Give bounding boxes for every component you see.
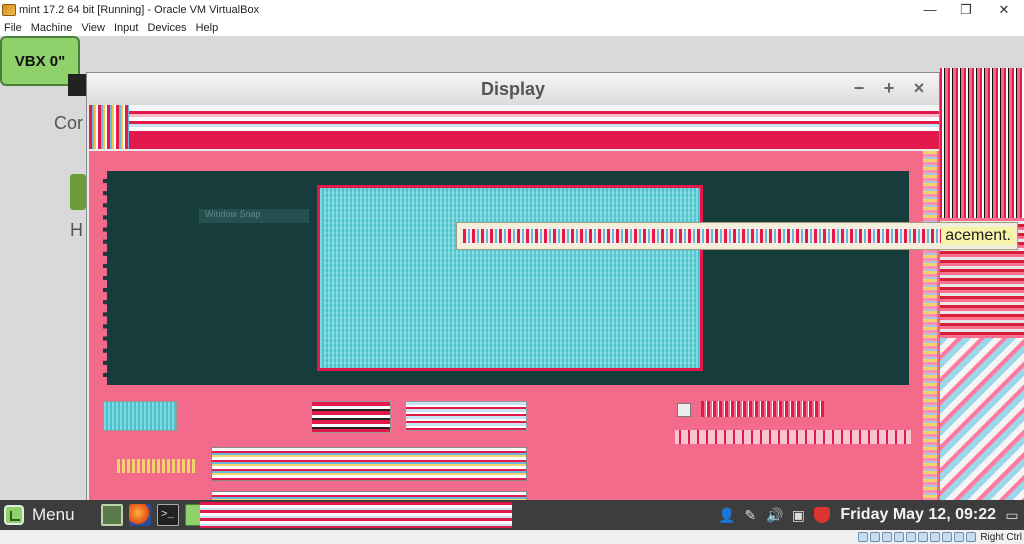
dialog-close-button[interactable]: × (909, 78, 929, 99)
terminal-icon[interactable]: >_ (156, 504, 179, 526)
menu-machine[interactable]: Machine (31, 22, 73, 34)
dialog-maximize-button[interactable]: + (879, 78, 899, 99)
dialog-content: Window Snap (89, 151, 939, 500)
shared-folders-icon[interactable] (918, 532, 929, 542)
system-tray: 👤 ✎ 🔊 ▣ Friday May 12, 09:22 ▭ (710, 500, 1020, 530)
host-menu-bar: File Machine View Input Devices Help (0, 19, 1024, 36)
vm-status-bar: Right Ctrl (0, 530, 1024, 544)
detect-displays-button[interactable] (405, 401, 527, 431)
shield-icon[interactable] (814, 507, 831, 523)
hdd-icon[interactable] (858, 532, 869, 542)
glitched-toolbar (89, 105, 939, 149)
home-folder-icon[interactable] (70, 174, 86, 210)
hint-text (675, 430, 911, 444)
optical-drive-icon[interactable] (870, 532, 881, 542)
mouse-integration-icon[interactable] (966, 532, 977, 542)
mirror-displays-button[interactable] (311, 401, 391, 433)
taskbar: Menu >_ 👤 ✎ 🔊 ▣ Friday May 12, 09:22 ▭ (0, 500, 1024, 530)
tooltip: acement. (456, 222, 1018, 250)
dialog-title: Display (87, 73, 939, 105)
clipboard-icon[interactable]: ▣ (790, 507, 806, 523)
restore-button[interactable]: ❐ (946, 0, 986, 19)
scrollbar[interactable] (923, 151, 937, 500)
menu-view[interactable]: View (81, 22, 105, 34)
resolution-label (117, 459, 197, 473)
screen: { "host": { "window_title": "mint 17.2 6… (0, 0, 1024, 544)
user-icon[interactable]: 👤 (718, 507, 735, 523)
display-icon[interactable] (930, 532, 941, 542)
tooltip-text: acement. (941, 227, 1015, 245)
firefox-icon[interactable] (128, 504, 151, 526)
audio-icon[interactable] (882, 532, 893, 542)
mint-logo-icon (4, 505, 24, 525)
video-capture-icon[interactable] (942, 532, 953, 542)
resolution-dropdown[interactable] (211, 447, 527, 481)
checkbox-label (701, 401, 825, 417)
clock[interactable]: Friday May 12, 09:22 (840, 506, 996, 524)
background-window-glitch (940, 68, 1024, 500)
rotation-dropdown[interactable] (211, 491, 527, 500)
desktop-icon-label: Cor (54, 113, 84, 133)
taskbar-window-button[interactable] (200, 502, 512, 528)
host-title-bar: mint 17.2 64 bit [Running] - Oracle VM V… (0, 0, 1024, 19)
menu-label: Menu (32, 505, 75, 524)
menu-input[interactable]: Input (114, 22, 138, 34)
cpu-icon[interactable] (954, 532, 965, 542)
window-icon[interactable]: ▭ (1004, 507, 1020, 523)
virtualbox-icon (2, 3, 16, 16)
menu-file[interactable]: File (4, 22, 22, 34)
checkbox[interactable] (677, 403, 691, 417)
minimize-button[interactable]: — (910, 0, 950, 19)
pen-icon[interactable]: ✎ (742, 507, 758, 523)
monitor-preview[interactable] (317, 185, 703, 371)
display-dialog: Display − + × Window Snap (86, 72, 940, 500)
host-window-title: mint 17.2 64 bit [Running] - Oracle VM V… (19, 3, 260, 16)
guest-desktop: VBX 0" Cor H Display − + × Window Snap (0, 36, 1024, 500)
menu-button[interactable]: Menu (4, 502, 75, 528)
show-desktop-icon[interactable] (100, 504, 123, 526)
volume-icon[interactable]: 🔊 (766, 507, 783, 523)
window-snap-label: Window Snap (199, 209, 309, 223)
host-key-label: Right Ctrl (980, 531, 1022, 543)
apply-button[interactable] (103, 401, 177, 431)
network-icon[interactable] (894, 532, 905, 542)
desktop-icon-label-2: H (70, 220, 83, 240)
dialog-minimize-button[interactable]: − (849, 78, 869, 99)
menu-devices[interactable]: Devices (147, 22, 186, 34)
monitor-arrangement-area[interactable]: Window Snap (103, 171, 909, 385)
close-button[interactable]: ✕ (984, 0, 1024, 19)
computer-desktop-icon[interactable] (68, 74, 86, 96)
usb-icon[interactable] (906, 532, 917, 542)
menu-help[interactable]: Help (196, 22, 219, 34)
